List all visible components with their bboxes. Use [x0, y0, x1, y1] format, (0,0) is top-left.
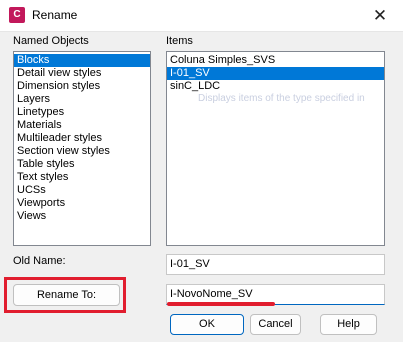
named-objects-list[interactable]: Blocks Detail view styles Dimension styl…: [13, 51, 151, 246]
autocad-app-icon: C: [9, 7, 25, 23]
old-name-field: I-01_SV: [166, 254, 385, 275]
title-bar: C Rename ✕: [0, 0, 403, 32]
close-icon[interactable]: ✕: [357, 0, 403, 32]
named-object-item-blocks[interactable]: Blocks: [14, 54, 150, 67]
named-object-item-table-styles[interactable]: Table styles: [14, 158, 150, 171]
help-button[interactable]: Help: [320, 314, 377, 335]
named-object-item-text-styles[interactable]: Text styles: [14, 171, 150, 184]
cancel-button[interactable]: Cancel: [250, 314, 301, 335]
named-objects-label: Named Objects: [13, 35, 89, 47]
tooltip-ghost-text: Displays items of the type specified in: [198, 93, 365, 104]
annotation-highlight-box: [4, 277, 126, 313]
named-object-item-linetypes[interactable]: Linetypes: [14, 106, 150, 119]
named-object-item-materials[interactable]: Materials: [14, 119, 150, 132]
items-list[interactable]: Coluna Simples_SVS I-01_SV sinC_LDC: [166, 51, 385, 246]
named-object-item-section-view-styles[interactable]: Section view styles: [14, 145, 150, 158]
item-row-selected[interactable]: I-01_SV: [167, 67, 384, 80]
window-title: Rename: [32, 8, 78, 22]
named-object-item-multileader-styles[interactable]: Multileader styles: [14, 132, 150, 145]
ok-button[interactable]: OK: [170, 314, 244, 335]
named-object-item-detail-view-styles[interactable]: Detail view styles: [14, 67, 150, 80]
annotation-underline: [167, 302, 275, 306]
old-name-label: Old Name:: [13, 255, 66, 267]
named-object-item-layers[interactable]: Layers: [14, 93, 150, 106]
item-row[interactable]: sinC_LDC: [167, 80, 384, 93]
items-label: Items: [166, 35, 193, 47]
named-object-item-viewports[interactable]: Viewports: [14, 197, 150, 210]
named-object-item-views[interactable]: Views: [14, 210, 150, 223]
named-object-item-ucss[interactable]: UCSs: [14, 184, 150, 197]
item-row[interactable]: Coluna Simples_SVS: [167, 54, 384, 67]
named-object-item-dimension-styles[interactable]: Dimension styles: [14, 80, 150, 93]
